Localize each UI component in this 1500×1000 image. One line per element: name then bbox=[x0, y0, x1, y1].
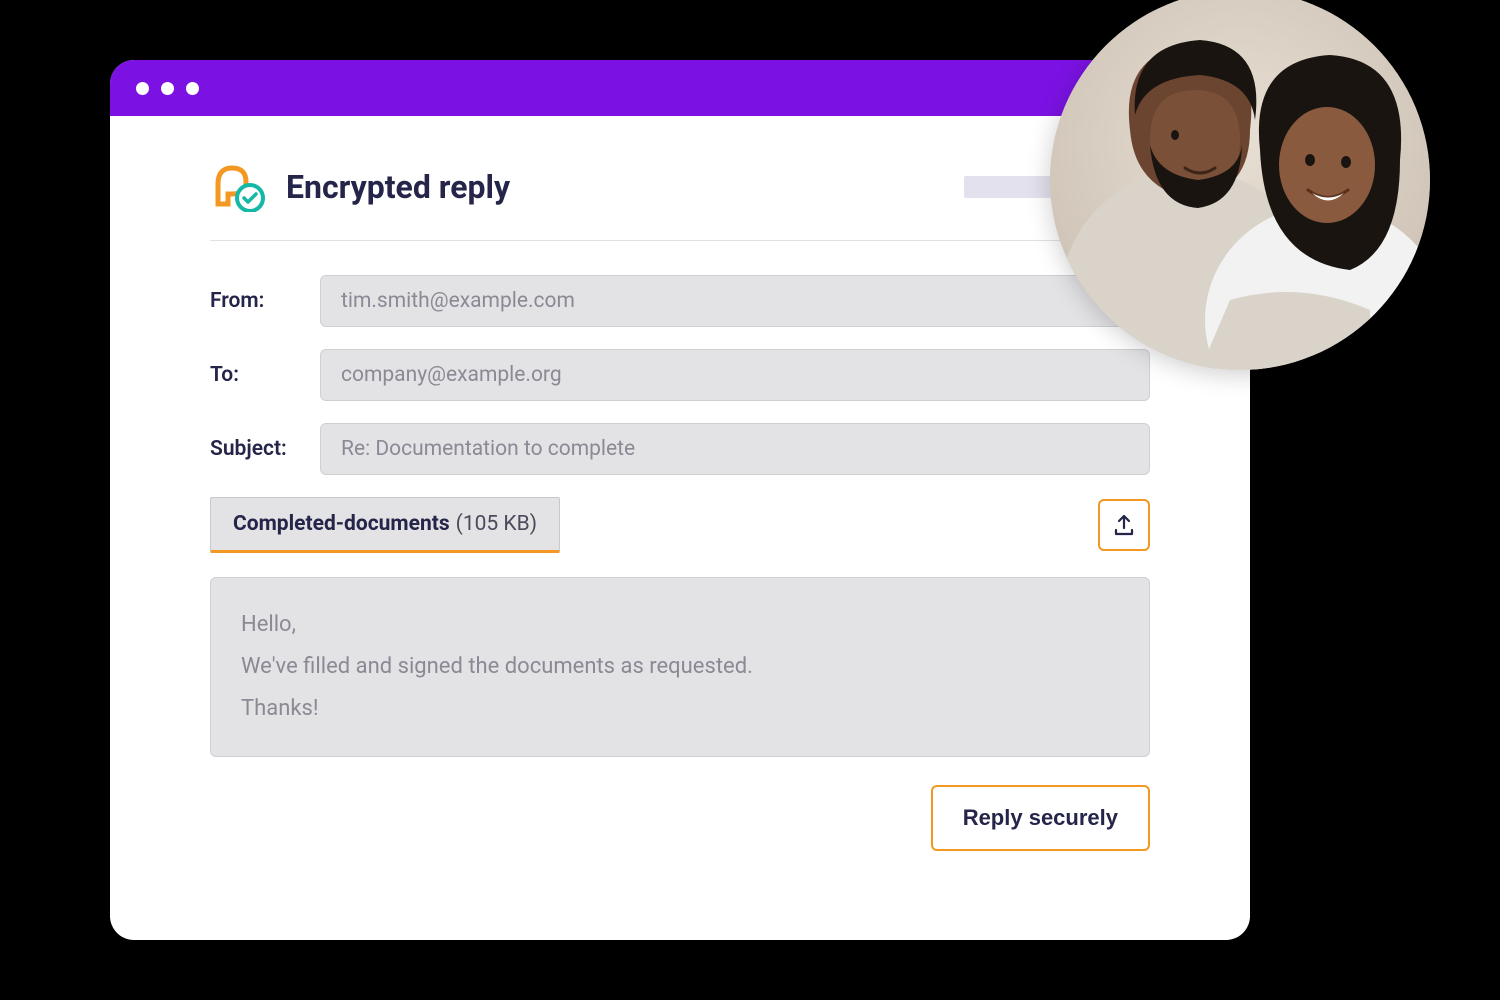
from-label: From: bbox=[210, 289, 320, 313]
avatar-image bbox=[1050, 0, 1430, 370]
upload-button[interactable] bbox=[1098, 499, 1150, 551]
from-row: From: tim.smith@example.com bbox=[210, 275, 1150, 327]
message-body[interactable]: Hello, We've filled and signed the docum… bbox=[210, 577, 1150, 757]
subject-input[interactable]: Re: Documentation to complete bbox=[320, 423, 1150, 475]
attachment-row: Completed-documents (105 KB) bbox=[210, 497, 1150, 553]
page-title: Encrypted reply bbox=[286, 168, 510, 206]
attachment-size: (105 KB) bbox=[456, 512, 537, 536]
from-input[interactable]: tim.smith@example.com bbox=[320, 275, 1150, 327]
header: Encrypted reply bbox=[210, 162, 1150, 241]
attachment-chip[interactable]: Completed-documents (105 KB) bbox=[210, 497, 560, 553]
window-control-dot[interactable] bbox=[186, 82, 199, 95]
window-control-dot[interactable] bbox=[161, 82, 174, 95]
window-control-dot[interactable] bbox=[136, 82, 149, 95]
upload-icon bbox=[1112, 513, 1136, 537]
app-logo-icon bbox=[210, 162, 266, 212]
subject-label: Subject: bbox=[210, 437, 320, 461]
to-label: To: bbox=[210, 363, 320, 387]
reply-securely-button[interactable]: Reply securely bbox=[931, 785, 1150, 851]
attachment-name: Completed-documents bbox=[233, 512, 450, 536]
to-row: To: company@example.org bbox=[210, 349, 1150, 401]
to-input[interactable]: company@example.org bbox=[320, 349, 1150, 401]
subject-row: Subject: Re: Documentation to complete bbox=[210, 423, 1150, 475]
action-row: Reply securely bbox=[210, 785, 1150, 851]
